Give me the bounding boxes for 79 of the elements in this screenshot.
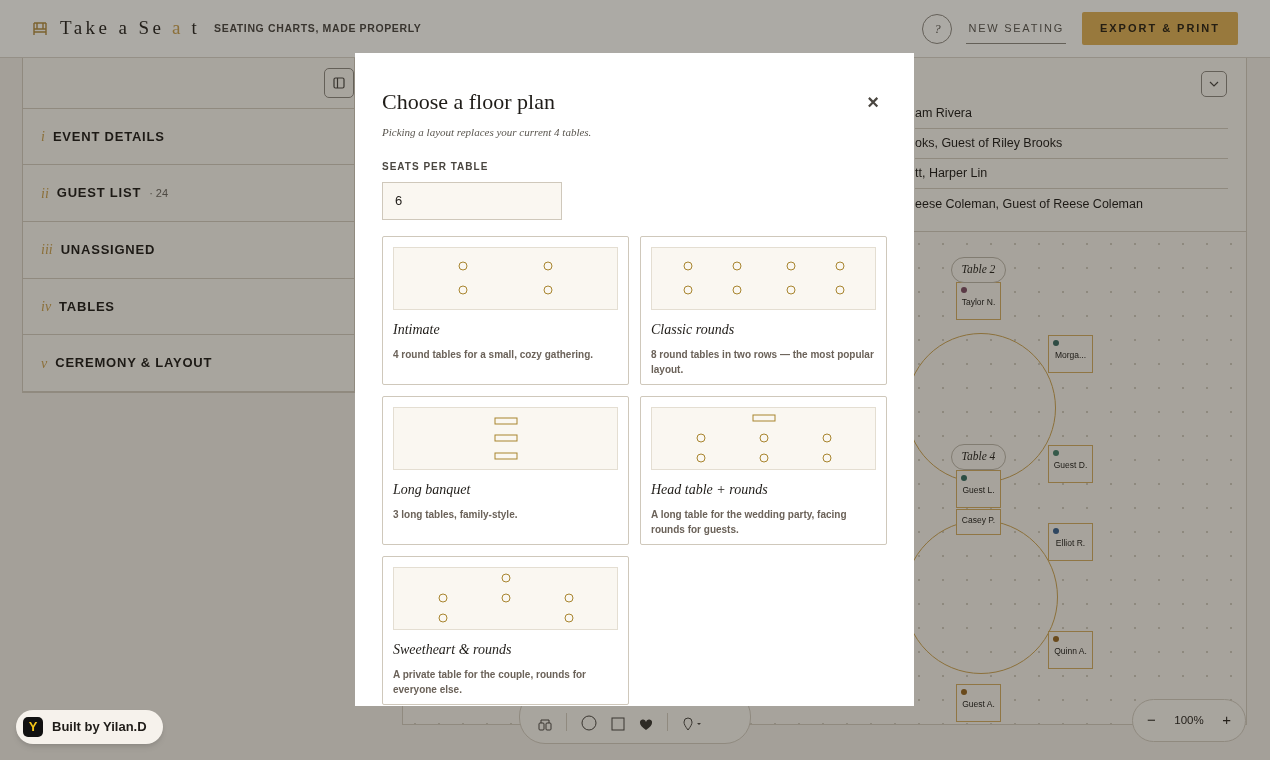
seat-name: Guest A. bbox=[961, 698, 996, 711]
sidebar-section[interactable]: iv TABLES bbox=[23, 278, 354, 336]
chevron-down-icon bbox=[1209, 81, 1219, 87]
layout-title: Long banquet bbox=[393, 480, 472, 499]
layout-description: A long table for the wedding party, facing rounds for guests. bbox=[651, 507, 848, 537]
seats-input[interactable]: 6 bbox=[382, 181, 562, 220]
sidebar-section[interactable]: ii GUEST LIST · 24 bbox=[23, 165, 354, 222]
sidebar-section[interactable]: v CEREMONY & LAYOUT bbox=[23, 335, 354, 392]
section-title: CEREMONY & LAYOUT bbox=[55, 354, 213, 373]
layout-description: A private table for the couple, rounds for everyone else. bbox=[393, 667, 587, 697]
floor-plan-drawing bbox=[493, 416, 518, 460]
seat-name: Morga... bbox=[1053, 349, 1088, 362]
section-numeral: i bbox=[41, 128, 45, 147]
dialog-subtitle: Picking a layout replaces your current 4 tables. bbox=[382, 125, 593, 140]
zoom-in-button[interactable]: + bbox=[1222, 709, 1231, 732]
seat-card[interactable]: Morga... bbox=[1048, 335, 1093, 373]
guest-row-text: eese Coleman, Guest of Reese Coleman bbox=[915, 195, 1143, 213]
layout-title: Head table + rounds bbox=[651, 480, 769, 499]
built-by-badge[interactable]: Y Built by Yilan.D bbox=[16, 710, 163, 744]
field-label: SEATS PER TABLE bbox=[382, 159, 490, 174]
seat-name: Elliot R. bbox=[1054, 537, 1087, 550]
seat-name: Guest L. bbox=[961, 484, 996, 497]
seat-card[interactable]: Guest A. bbox=[956, 684, 1001, 722]
guest-row-text: am Rivera bbox=[915, 105, 972, 123]
chairs-icon[interactable] bbox=[538, 719, 552, 731]
seat-name: Casey P. bbox=[960, 514, 997, 527]
table-label[interactable]: Table 4 bbox=[951, 444, 1006, 470]
section-title: TABLES bbox=[59, 297, 115, 316]
layout-description: 8 round tables in two rows — the most popular layout. bbox=[651, 347, 875, 377]
sidebar-section[interactable]: iii UNASSIGNED bbox=[23, 222, 354, 279]
seat-card[interactable]: Guest L. bbox=[956, 470, 1001, 508]
section-numeral: iv bbox=[41, 298, 52, 316]
seat-name: Guest D. bbox=[1052, 459, 1089, 472]
layout-option[interactable]: Head table + rounds A long table for the wedding party, facing rounds for guests. bbox=[640, 395, 887, 545]
section-title: GUEST LIST bbox=[56, 184, 142, 203]
zoom-level: 100% bbox=[1174, 712, 1204, 728]
circle-icon[interactable] bbox=[581, 715, 597, 731]
layout-option[interactable]: Sweetheart & rounds A private table for the couple, rounds for everyone else. bbox=[382, 555, 629, 705]
guest-row-text: oks, Guest of Riley Brooks bbox=[915, 135, 1063, 153]
layout-option[interactable]: Long banquet 3 long tables, family-style. bbox=[382, 395, 629, 545]
seat-card[interactable]: Taylor N. bbox=[956, 282, 1001, 320]
seat-card[interactable]: Casey P. bbox=[956, 509, 1001, 535]
app-logo: Take a Se a t bbox=[60, 16, 201, 41]
tagline: SEATING CHARTS, MADE PROPERLY bbox=[214, 20, 422, 36]
seat-name: Taylor N. bbox=[960, 296, 997, 309]
badge-text: Built by Yilan.D bbox=[52, 718, 147, 737]
export-button[interactable]: EXPORT & PRINT bbox=[1082, 12, 1238, 45]
section-numeral: iii bbox=[41, 241, 53, 260]
square-icon[interactable] bbox=[611, 717, 625, 731]
seat-card[interactable]: Quinn A. bbox=[1048, 631, 1093, 669]
pin-icon[interactable] bbox=[682, 717, 702, 731]
section-numeral: v bbox=[41, 354, 48, 373]
heart-icon[interactable] bbox=[639, 719, 653, 731]
sidebar-section[interactable]: i EVENT DETAILS bbox=[23, 108, 354, 166]
layout-option[interactable]: Intimate 4 round tables for a small, cozy gathering. bbox=[382, 235, 629, 385]
chair-icon bbox=[32, 20, 48, 37]
guest-row-text: tt, Harper Lin bbox=[915, 165, 988, 183]
seat-card[interactable]: Guest D. bbox=[1048, 445, 1093, 483]
section-title: UNASSIGNED bbox=[60, 241, 156, 260]
zoom-out-button[interactable]: − bbox=[1147, 709, 1156, 732]
panel-toggle-button[interactable] bbox=[324, 67, 354, 98]
layout-title: Intimate bbox=[393, 320, 441, 339]
seat-card[interactable]: Elliot R. bbox=[1048, 523, 1093, 561]
layout-description: 3 long tables, family-style. bbox=[393, 507, 519, 522]
new-seating-button[interactable]: NEW SEATING bbox=[966, 13, 1066, 44]
close-button[interactable]: × bbox=[867, 86, 879, 117]
sidebar-icon bbox=[333, 76, 345, 89]
layout-title: Classic rounds bbox=[651, 320, 736, 339]
layout-title: Sweetheart & rounds bbox=[393, 640, 513, 659]
guest-count: · 24 bbox=[149, 185, 169, 201]
layout-option[interactable]: Classic rounds 8 round tables in two rows — the most popular layout. bbox=[640, 235, 887, 385]
table-label[interactable]: Table 2 bbox=[951, 257, 1006, 283]
seat-name: Quinn A. bbox=[1053, 645, 1088, 658]
dropdown-button[interactable] bbox=[1201, 71, 1227, 97]
section-title: EVENT DETAILS bbox=[52, 127, 165, 146]
layout-description: 4 round tables for a small, cozy gathering. bbox=[393, 347, 595, 362]
badge-logo: Y bbox=[23, 717, 43, 737]
dialog-title: Choose a floor plan bbox=[382, 88, 555, 116]
section-numeral: ii bbox=[41, 184, 49, 203]
